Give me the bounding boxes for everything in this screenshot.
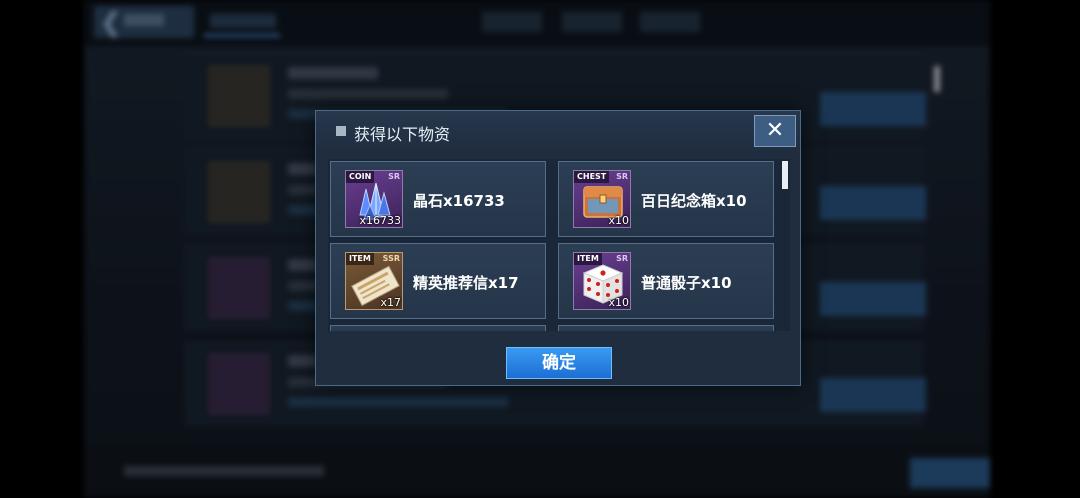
reward-item-dice: ITEM SR x10 普通骰子x10 bbox=[558, 243, 774, 319]
list-scrollbar[interactable] bbox=[782, 161, 788, 189]
close-button[interactable]: ✕ bbox=[754, 115, 796, 147]
confirm-button[interactable]: 确定 bbox=[506, 347, 612, 379]
rarity-tag: SR bbox=[616, 254, 628, 263]
item-name: 百日纪念箱x10 bbox=[641, 192, 747, 210]
rarity-tag: SSR bbox=[382, 254, 400, 263]
chest-icon: CHEST SR x10 bbox=[573, 170, 631, 228]
item-name: 晶石x16733 bbox=[413, 192, 505, 210]
reward-item-chest: CHEST SR x10 百日纪念箱x10 bbox=[558, 161, 774, 237]
rarity-tag: SR bbox=[616, 172, 628, 181]
quantity-badge: x10 bbox=[608, 296, 629, 309]
dialog-header: 获得以下物资 ✕ bbox=[316, 111, 800, 151]
item-type-tag: CHEST bbox=[574, 171, 610, 183]
dialog-title: 获得以下物资 bbox=[354, 125, 451, 144]
reward-item-partial bbox=[330, 325, 546, 331]
title-bullet-icon bbox=[336, 126, 346, 136]
item-name: 精英推荐信x17 bbox=[413, 274, 519, 292]
quantity-badge: x17 bbox=[380, 296, 401, 309]
crystal-icon: COIN SR x16733 bbox=[345, 170, 403, 228]
reward-list[interactable]: COIN SR x16733 晶石x16733 CHEST SR x10 百日纪… bbox=[328, 159, 790, 331]
quantity-badge: x16733 bbox=[359, 214, 401, 227]
item-type-tag: COIN bbox=[346, 171, 375, 183]
item-name: 普通骰子x10 bbox=[641, 274, 732, 292]
item-type-tag: ITEM bbox=[574, 253, 602, 265]
rarity-tag: SR bbox=[388, 172, 400, 181]
reward-item-crystal: COIN SR x16733 晶石x16733 bbox=[330, 161, 546, 237]
quantity-badge: x10 bbox=[608, 214, 629, 227]
item-type-tag: ITEM bbox=[346, 253, 374, 265]
reward-item-partial bbox=[558, 325, 774, 331]
reward-item-letter: ITEM SSR x17 精英推荐信x17 bbox=[330, 243, 546, 319]
dice-icon: ITEM SR x10 bbox=[573, 252, 631, 310]
reward-dialog: 获得以下物资 ✕ COIN SR x16733 晶石x16733 CHEST S… bbox=[315, 110, 801, 386]
letter-icon: ITEM SSR x17 bbox=[345, 252, 403, 310]
